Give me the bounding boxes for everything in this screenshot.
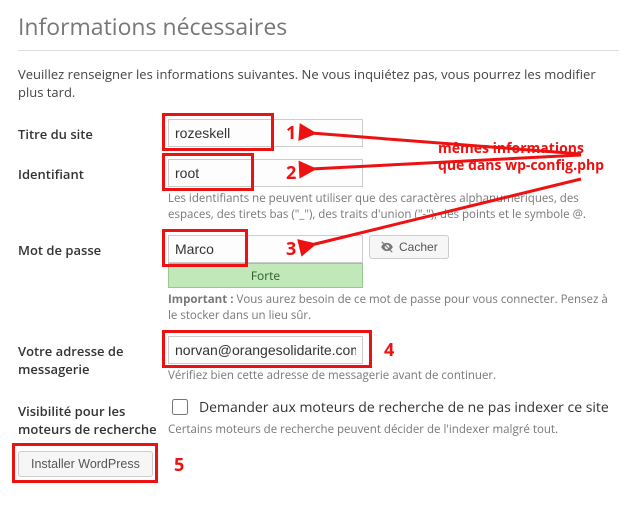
label-password: Mot de passe (18, 235, 168, 259)
username-input[interactable] (168, 159, 363, 187)
email-input[interactable] (168, 336, 363, 364)
privacy-hint: Certains moteurs de recherche peuvent dé… (168, 422, 608, 438)
password-hint: Important : Vous aurez besoin de ce mot … (168, 292, 608, 324)
annotation-number-3: 3 (286, 237, 296, 261)
annotation-number-4: 4 (384, 338, 394, 362)
password-input[interactable] (168, 235, 363, 263)
divider (18, 50, 619, 51)
install-wordpress-button[interactable]: Installer WordPress (18, 451, 153, 477)
label-site-title: Titre du site (18, 119, 168, 143)
annotation-number-1: 1 (286, 121, 296, 145)
label-email: Votre adresse de messagerie (18, 336, 168, 378)
site-title-input[interactable] (168, 119, 363, 147)
label-privacy: Visibilité pour les moteurs de recherche (18, 396, 168, 438)
label-username: Identifiant (18, 159, 168, 183)
privacy-checkbox-label: Demander aux moteurs de recherche de ne … (199, 398, 609, 417)
email-hint: Vérifiez bien cette adresse de messageri… (168, 368, 608, 384)
privacy-checkbox[interactable] (172, 399, 188, 415)
password-strength: Forte (168, 263, 363, 288)
intro-text: Veuillez renseigner les informations sui… (18, 65, 619, 101)
annotation-number-5: 5 (174, 453, 184, 477)
page-title: Informations nécessaires (18, 10, 619, 42)
hide-password-button[interactable]: Cacher (369, 235, 449, 259)
eye-slash-icon (380, 240, 394, 254)
annotation-number-2: 2 (286, 161, 296, 185)
username-hint: Les identifiants ne peuvent utiliser que… (168, 191, 608, 223)
